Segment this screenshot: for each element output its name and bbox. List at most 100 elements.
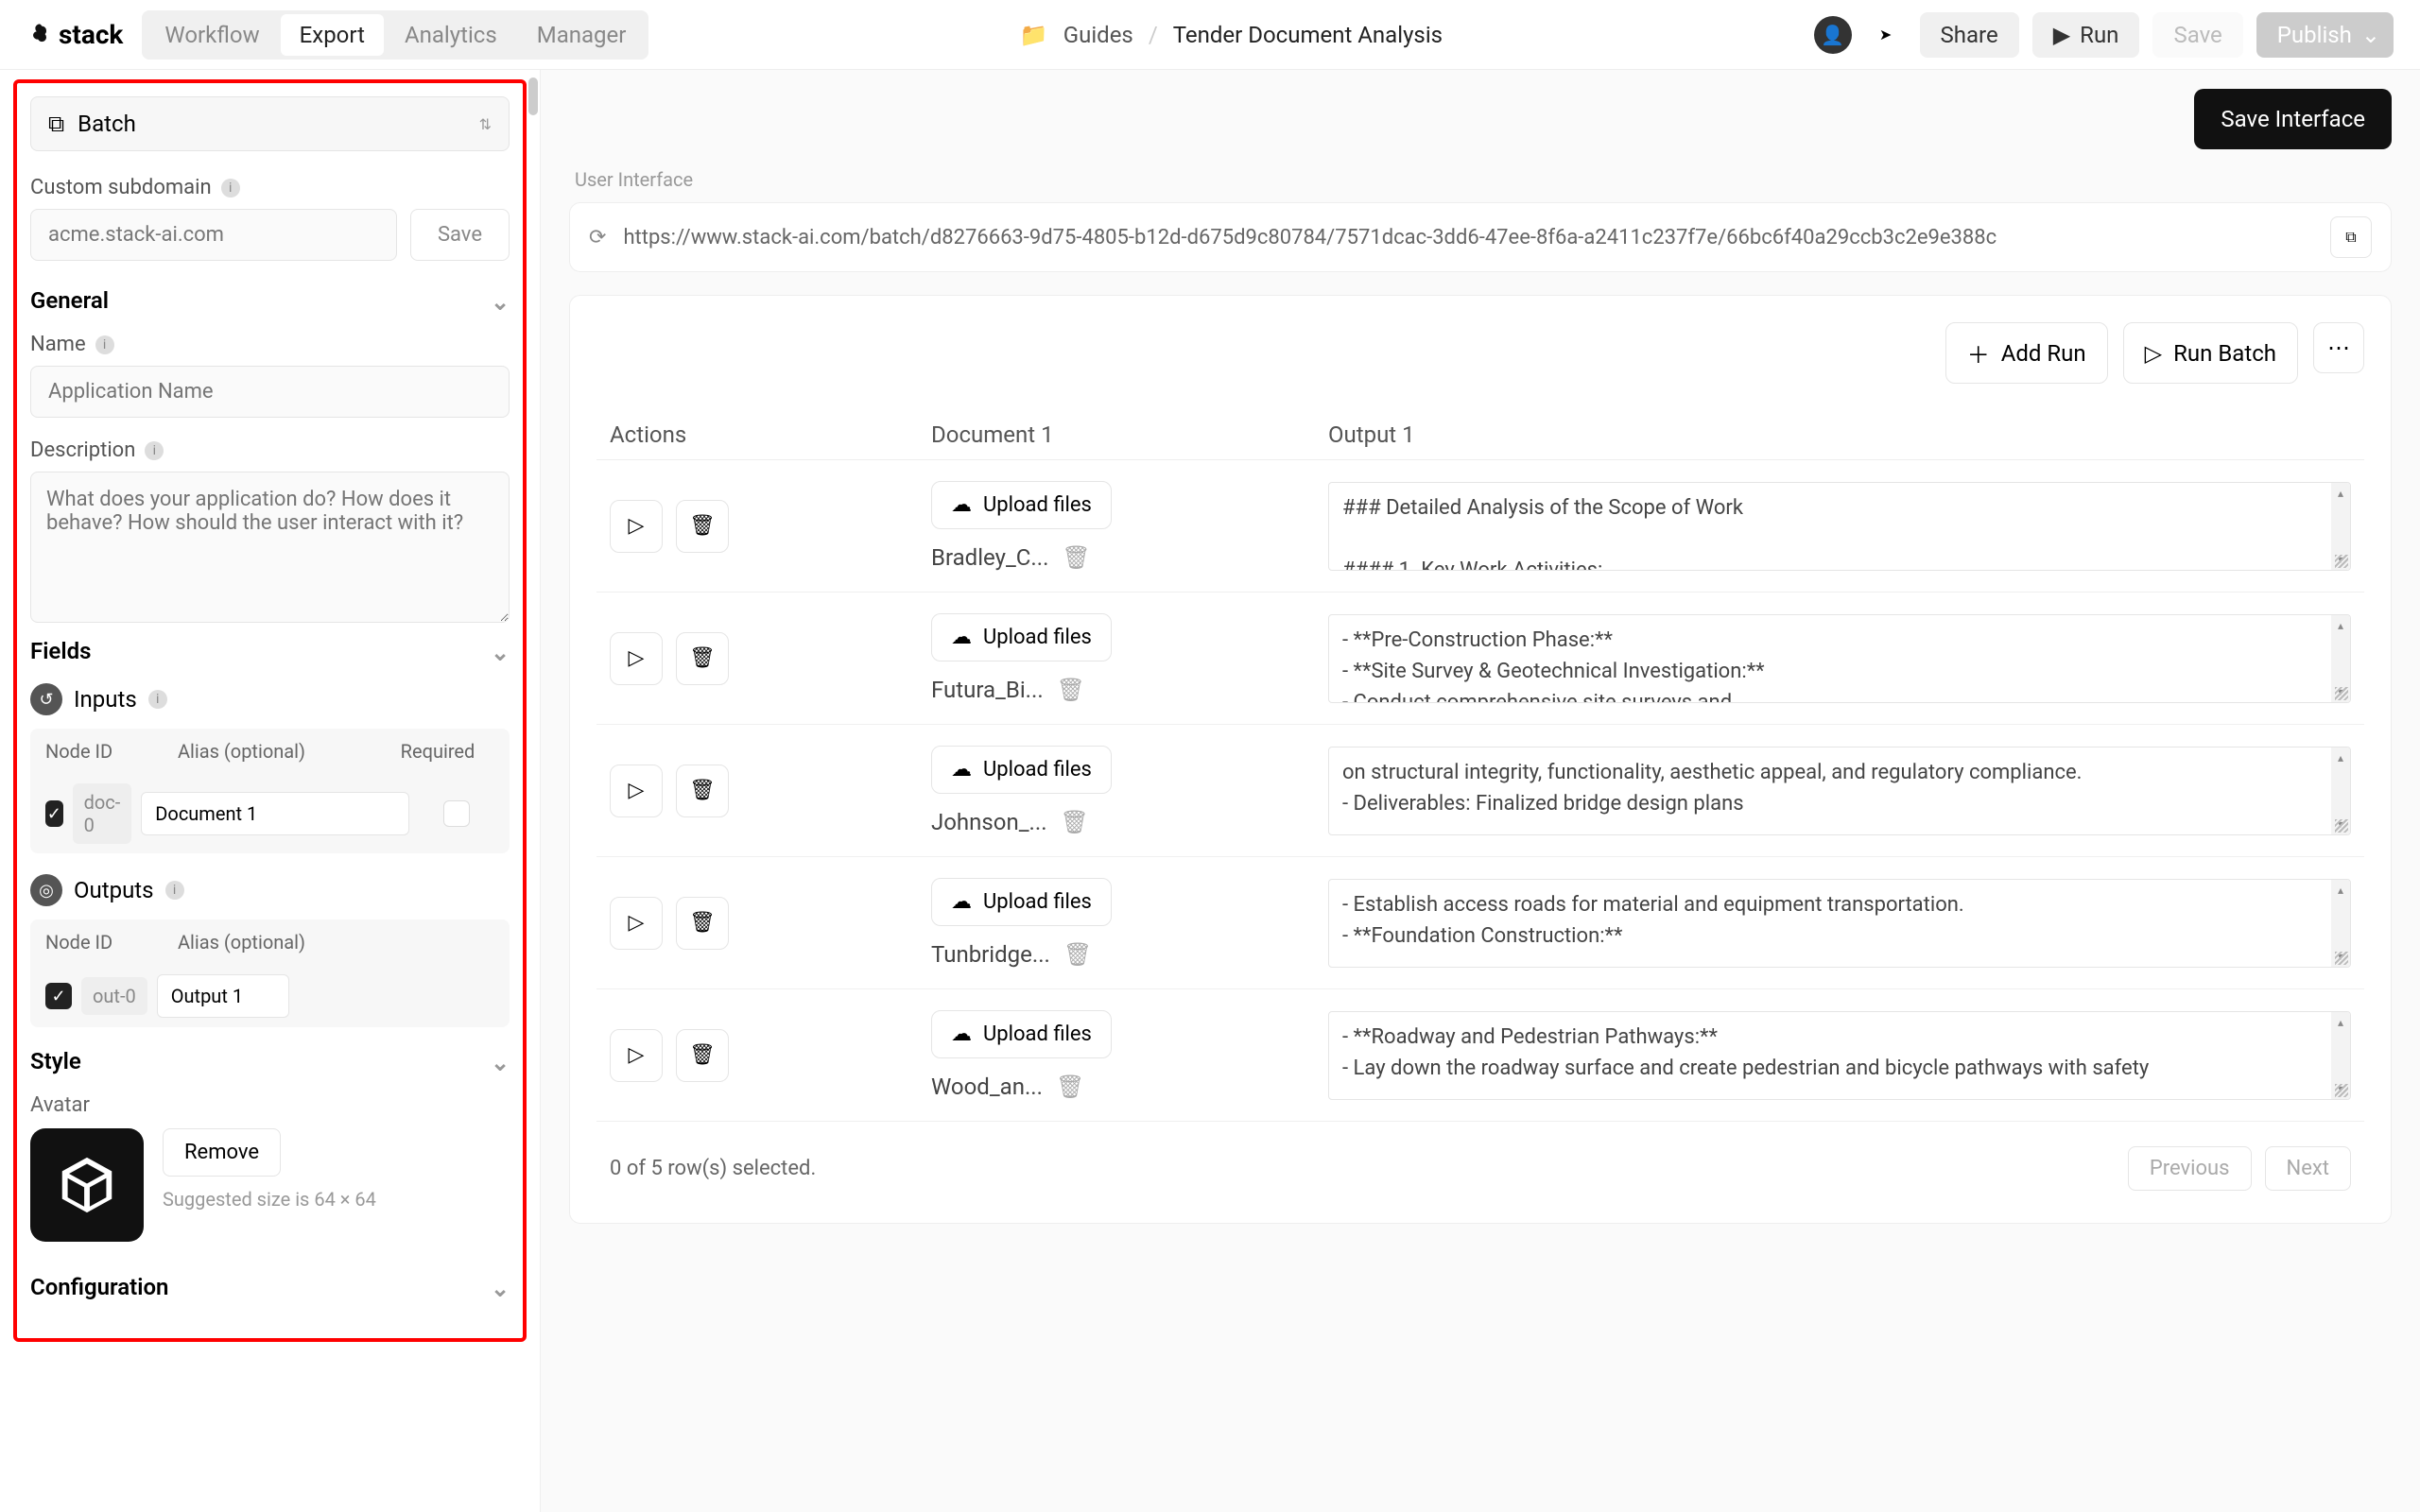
interface-type-select[interactable]: ⧉ Batch ⇅ <box>30 96 510 151</box>
remove-file-button[interactable]: 🗑 <box>1061 809 1089 835</box>
info-icon[interactable]: i <box>95 335 114 354</box>
remove-file-button[interactable]: 🗑 <box>1062 544 1090 571</box>
upload-icon: ☁ <box>951 493 972 517</box>
logo-icon <box>26 22 53 48</box>
next-button[interactable]: Next <box>2265 1146 2351 1191</box>
url-bar: ⟳ https://www.stack-ai.com/batch/d827666… <box>569 202 2392 272</box>
plus-icon: ＋ <box>1967 336 1990 369</box>
file-name: Tunbridge... <box>931 941 1050 968</box>
upload-files-button[interactable]: ☁Upload files <box>931 746 1112 794</box>
copy-url-button[interactable]: ⧉ <box>2330 216 2372 258</box>
input-enabled-checkbox[interactable]: ✓ <box>45 800 63 827</box>
batch-panel: ＋Add Run ▷Run Batch ⋯ Actions Document 1… <box>569 295 2392 1224</box>
output-text[interactable]: - Establish access roads for material an… <box>1328 879 2351 968</box>
upload-files-button[interactable]: ☁Upload files <box>931 481 1112 529</box>
row-delete-button[interactable]: 🗑 <box>676 632 729 685</box>
row-play-button[interactable]: ▷ <box>610 1029 663 1082</box>
remove-file-button[interactable]: 🗑 <box>1063 941 1092 968</box>
output-text[interactable]: - **Pre-Construction Phase:** - **Site S… <box>1328 614 2351 703</box>
avatar-remove-button[interactable]: Remove <box>163 1128 281 1177</box>
remove-file-button[interactable]: 🗑 <box>1057 677 1085 703</box>
info-icon[interactable]: i <box>148 690 167 709</box>
inputs-icon: ↺ <box>30 683 62 715</box>
upload-icon: ☁ <box>951 626 972 649</box>
resize-handle[interactable] <box>2335 952 2348 965</box>
tab-workflow[interactable]: Workflow <box>146 14 278 56</box>
section-fields[interactable]: Fields⌃ <box>30 638 510 664</box>
topbar: stack Workflow Export Analytics Manager … <box>0 0 2420 70</box>
resize-handle[interactable] <box>2335 819 2348 833</box>
avatar-hint: Suggested size is 64 × 64 <box>163 1188 376 1211</box>
row-play-button[interactable]: ▷ <box>610 500 663 553</box>
outputs-table: Node ID Alias (optional) ✓ out-0 <box>30 919 510 1027</box>
upload-files-button[interactable]: ☁Upload files <box>931 613 1112 662</box>
save-button[interactable]: Save <box>2152 12 2242 58</box>
file-name: Futura_Bi... <box>931 677 1044 703</box>
upload-icon: ☁ <box>951 890 972 914</box>
tab-analytics[interactable]: Analytics <box>386 14 516 56</box>
subdomain-save-button[interactable]: Save <box>410 209 510 261</box>
sidebar-scrollbar[interactable] <box>528 77 538 115</box>
description-input[interactable] <box>30 472 510 623</box>
trash-icon: 🗑 <box>689 911 716 935</box>
highlighted-panel: ⧉ Batch ⇅ Custom subdomain i Save Genera… <box>13 79 527 1342</box>
subdomain-label: Custom subdomain i <box>30 176 510 199</box>
publish-button[interactable]: Publish⌄ <box>2256 12 2394 58</box>
resize-handle[interactable] <box>2335 555 2348 568</box>
input-alias-field[interactable] <box>141 792 409 835</box>
row-play-button[interactable]: ▷ <box>610 897 663 950</box>
row-delete-button[interactable]: 🗑 <box>676 1029 729 1082</box>
input-node-id: doc-0 <box>73 783 132 844</box>
save-interface-button[interactable]: Save Interface <box>2194 89 2392 149</box>
chevron-up-icon: ⌃ <box>491 1274 510 1300</box>
share-button[interactable]: Share <box>1920 12 2019 58</box>
run-button[interactable]: ▶Run <box>2032 12 2140 58</box>
table-row: ▷ 🗑 ☁Upload files Futura_Bi... 🗑 - **Pre-… <box>596 593 2364 725</box>
section-general[interactable]: General⌃ <box>30 287 510 314</box>
play-outline-icon: ▷ <box>629 911 645 935</box>
breadcrumb-root[interactable]: Guides <box>1063 22 1133 48</box>
name-input[interactable] <box>30 366 510 418</box>
logo: stack <box>26 19 123 50</box>
output-text[interactable]: ### Detailed Analysis of the Scope of Wo… <box>1328 482 2351 571</box>
previous-button[interactable]: Previous <box>2128 1146 2252 1191</box>
file-name: Johnson_... <box>931 809 1047 835</box>
info-icon[interactable]: i <box>145 441 164 460</box>
add-run-button[interactable]: ＋Add Run <box>1945 322 2108 384</box>
tab-manager[interactable]: Manager <box>518 14 646 56</box>
row-delete-button[interactable]: 🗑 <box>676 500 729 553</box>
row-delete-button[interactable]: 🗑 <box>676 897 729 950</box>
play-outline-icon: ▷ <box>629 779 645 802</box>
run-batch-button[interactable]: ▷Run Batch <box>2123 322 2298 384</box>
more-menu-button[interactable]: ⋯ <box>2313 322 2364 373</box>
output-alias-field[interactable] <box>157 974 289 1018</box>
input-required-checkbox[interactable] <box>443 800 470 827</box>
upload-files-button[interactable]: ☁Upload files <box>931 1010 1112 1058</box>
section-configuration[interactable]: Configuration⌃ <box>30 1274 510 1300</box>
row-delete-button[interactable]: 🗑 <box>676 765 729 817</box>
output-text[interactable]: - **Roadway and Pedestrian Pathways:** -… <box>1328 1011 2351 1100</box>
runs-table: Actions Document 1 Output 1 ▷ 🗑 ☁Upload … <box>596 410 2364 1122</box>
upload-files-button[interactable]: ☁Upload files <box>931 878 1112 926</box>
subdomain-input[interactable] <box>30 209 397 261</box>
output-text[interactable]: on structural integrity, functionality, … <box>1328 747 2351 835</box>
cursor-icon[interactable]: ➤ <box>1865 14 1907 56</box>
info-icon[interactable]: i <box>221 179 240 198</box>
user-avatar[interactable]: 👤 <box>1814 16 1852 54</box>
remove-file-button[interactable]: 🗑 <box>1056 1074 1084 1100</box>
output-enabled-checkbox[interactable]: ✓ <box>45 983 72 1009</box>
tab-export[interactable]: Export <box>281 14 384 56</box>
trash-icon: 🗑 <box>689 1043 716 1067</box>
name-label: Namei <box>30 333 510 356</box>
resize-handle[interactable] <box>2335 687 2348 700</box>
play-outline-icon: ▷ <box>629 646 645 670</box>
resize-handle[interactable] <box>2335 1084 2348 1097</box>
section-style[interactable]: Style⌃ <box>30 1048 510 1074</box>
row-play-button[interactable]: ▷ <box>610 632 663 685</box>
row-play-button[interactable]: ▷ <box>610 765 663 817</box>
ui-section-label: User Interface <box>569 168 2392 191</box>
content-area: Save Interface User Interface ⟳ https://… <box>541 70 2420 1512</box>
info-icon[interactable]: i <box>165 881 184 900</box>
refresh-icon[interactable]: ⟳ <box>589 226 606 249</box>
upload-icon: ☁ <box>951 1022 972 1046</box>
